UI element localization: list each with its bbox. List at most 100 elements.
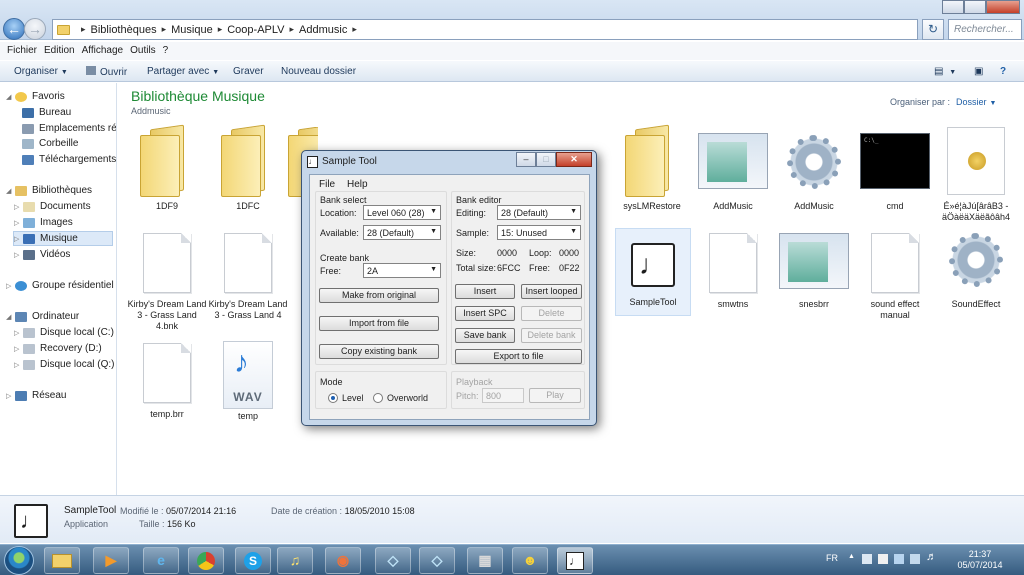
emulator-taskbar-icon[interactable]: ▦	[467, 547, 503, 574]
file-item[interactable]: temp.brr	[127, 343, 207, 420]
open-button[interactable]: Ouvrir	[86, 66, 127, 78]
refresh-button[interactable]: ↻	[922, 19, 944, 40]
media-player-taskbar-icon[interactable]: ▶	[93, 547, 129, 574]
export-to-file-button[interactable]: Export to file	[455, 349, 582, 364]
tray-app-icon[interactable]	[894, 554, 904, 564]
menu-tools[interactable]: Outils	[130, 42, 163, 60]
menu-help[interactable]: ?	[163, 42, 176, 60]
save-bank-button[interactable]: Save bank	[455, 328, 515, 343]
delete-bank-button[interactable]: Delete bank	[521, 328, 582, 343]
maps-taskbar-icon[interactable]: ◉	[325, 547, 361, 574]
nav-drive-d[interactable]: ▷ Recovery (D:)	[14, 343, 102, 354]
import-from-file-button[interactable]: Import from file	[319, 316, 439, 331]
file-item[interactable]: ♪ WAV temp	[208, 341, 288, 422]
sample-dropdown[interactable]: 15: Unused ▼	[497, 225, 581, 240]
dialog-close-button[interactable]: ✕	[556, 152, 592, 167]
arrange-by[interactable]: Organiser par : Dossier ▼	[890, 97, 996, 107]
play-button[interactable]: Play	[529, 388, 581, 403]
file-item[interactable]: 1DFC	[208, 124, 288, 212]
insert-button[interactable]: Insert	[455, 284, 515, 299]
delete-sample-button[interactable]: Delete	[521, 306, 582, 321]
taskbar-clock[interactable]: 21:37 05/07/2014	[952, 549, 1008, 571]
tray-app-icon[interactable]	[862, 554, 872, 564]
arrange-by-dropdown[interactable]: Dossier	[956, 97, 987, 107]
nav-recent[interactable]: Emplacements réce	[22, 123, 116, 134]
preview-pane-icon[interactable]: ▣	[974, 66, 983, 77]
nav-computer[interactable]: ◢ Ordinateur	[6, 311, 79, 322]
available-dropdown[interactable]: 28 (Default) ▼	[363, 225, 441, 240]
make-from-original-button[interactable]: Make from original	[319, 288, 439, 303]
close-button[interactable]	[986, 0, 1020, 14]
sample-tool-taskbar-icon[interactable]: ♩	[557, 547, 593, 574]
tray-app-icon[interactable]	[878, 554, 888, 564]
back-button[interactable]: ←	[3, 18, 25, 40]
file-item[interactable]: snesbrr	[774, 233, 854, 310]
language-indicator[interactable]: FR	[826, 553, 838, 563]
nav-network[interactable]: ▷ Réseau	[6, 390, 66, 401]
volume-icon[interactable]: ♬	[926, 551, 937, 563]
nav-drive-c[interactable]: ▷ Disque local (C:)	[14, 327, 114, 338]
file-item[interactable]: 1DF9	[127, 124, 207, 212]
nav-images[interactable]: ▷ Images	[14, 217, 73, 228]
organize-button[interactable]: Organiser ▼	[14, 66, 68, 77]
network-status-icon[interactable]	[910, 554, 920, 564]
help-icon[interactable]: ?	[1000, 66, 1006, 77]
nav-favorites[interactable]: ◢ Favoris	[6, 91, 65, 102]
show-hidden-icons-icon[interactable]: ▲	[848, 553, 855, 560]
dialog-menu-file[interactable]: File	[319, 179, 335, 190]
file-item[interactable]: Kirby's Dream Land 3 - Grass Land 4	[208, 233, 288, 321]
search-input[interactable]: Rechercher...	[948, 19, 1022, 40]
file-item[interactable]: É»é¦àJú[ârâB3 - äÖàëäXäëãôâh4	[936, 127, 1016, 223]
nav-drive-q[interactable]: ▷ Disque local (Q:)	[14, 359, 114, 370]
burn-button[interactable]: Graver	[233, 66, 264, 77]
nav-documents[interactable]: ▷ Documents	[14, 201, 91, 212]
internet-explorer-taskbar-icon[interactable]: e	[143, 547, 179, 574]
nav-downloads[interactable]: Téléchargements	[22, 154, 116, 165]
forward-button[interactable]: →	[24, 18, 46, 40]
file-item-selected[interactable]: ♩ SampleTool	[615, 228, 691, 316]
menu-edit[interactable]: Edition	[44, 42, 82, 60]
file-item[interactable]: AddMusic	[774, 127, 854, 212]
chrome-taskbar-icon[interactable]	[188, 547, 224, 574]
menu-view[interactable]: Affichage	[82, 42, 131, 60]
breadcrumb-item[interactable]: Addmusic	[299, 24, 347, 36]
mode-overworld-radio[interactable]	[373, 393, 383, 403]
start-button[interactable]	[4, 546, 34, 575]
minimize-button[interactable]	[942, 0, 964, 14]
dialog-maximize-button[interactable]: □	[536, 152, 556, 167]
breadcrumb-item[interactable]: Musique	[171, 24, 213, 36]
address-bar[interactable]: ▸ Bibliothèques ▸ Musique ▸ Coop-APLV ▸ …	[52, 19, 918, 40]
pitch-input[interactable]: 800	[482, 388, 524, 403]
virtualbox-taskbar-icon[interactable]: ◇	[375, 547, 411, 574]
breadcrumb-item[interactable]: Bibliothèques	[91, 24, 157, 36]
virtualbox-taskbar-icon[interactable]: ◇	[419, 547, 455, 574]
game-taskbar-icon[interactable]: ☻	[512, 547, 548, 574]
dialog-minimize-button[interactable]: –	[516, 152, 536, 167]
menu-file[interactable]: Fichier	[7, 42, 44, 60]
file-item[interactable]: Kirby's Dream Land 3 - Grass Land 4.bnk	[127, 233, 207, 332]
file-item[interactable]: AddMusic	[693, 127, 773, 212]
nav-music[interactable]: ▷ Musique	[13, 231, 113, 246]
maximize-button[interactable]	[964, 0, 986, 14]
free-bank-dropdown[interactable]: 2A ▼	[363, 263, 441, 278]
media-app-taskbar-icon[interactable]: ♫	[277, 547, 313, 574]
file-item[interactable]: sysLMRestore	[612, 124, 692, 212]
nav-recycle-bin[interactable]: Corbeille	[22, 138, 78, 149]
skype-taskbar-icon[interactable]: S	[235, 547, 271, 574]
copy-existing-bank-button[interactable]: Copy existing bank	[319, 344, 439, 359]
editing-dropdown[interactable]: 28 (Default) ▼	[497, 205, 581, 220]
share-button[interactable]: Partager avec ▼	[147, 66, 219, 77]
new-folder-button[interactable]: Nouveau dossier	[281, 66, 356, 77]
dialog-menu-help[interactable]: Help	[347, 179, 368, 190]
nav-videos[interactable]: ▷ Vidéos	[14, 249, 70, 260]
view-options-icon[interactable]: ▤ ▼	[934, 66, 956, 77]
breadcrumb-item[interactable]: Coop-APLV	[227, 24, 284, 36]
file-item[interactable]: C:\_ cmd	[855, 127, 935, 212]
file-item[interactable]: SoundEffect	[936, 233, 1016, 310]
nav-desktop[interactable]: Bureau	[22, 107, 71, 118]
file-item[interactable]: sound effect manual	[855, 233, 935, 321]
insert-looped-button[interactable]: Insert looped	[521, 284, 582, 299]
nav-homegroup[interactable]: ▷ Groupe résidentiel	[6, 280, 114, 291]
mode-level-radio[interactable]	[328, 393, 338, 403]
nav-libraries[interactable]: ◢ Bibliothèques	[6, 185, 92, 196]
